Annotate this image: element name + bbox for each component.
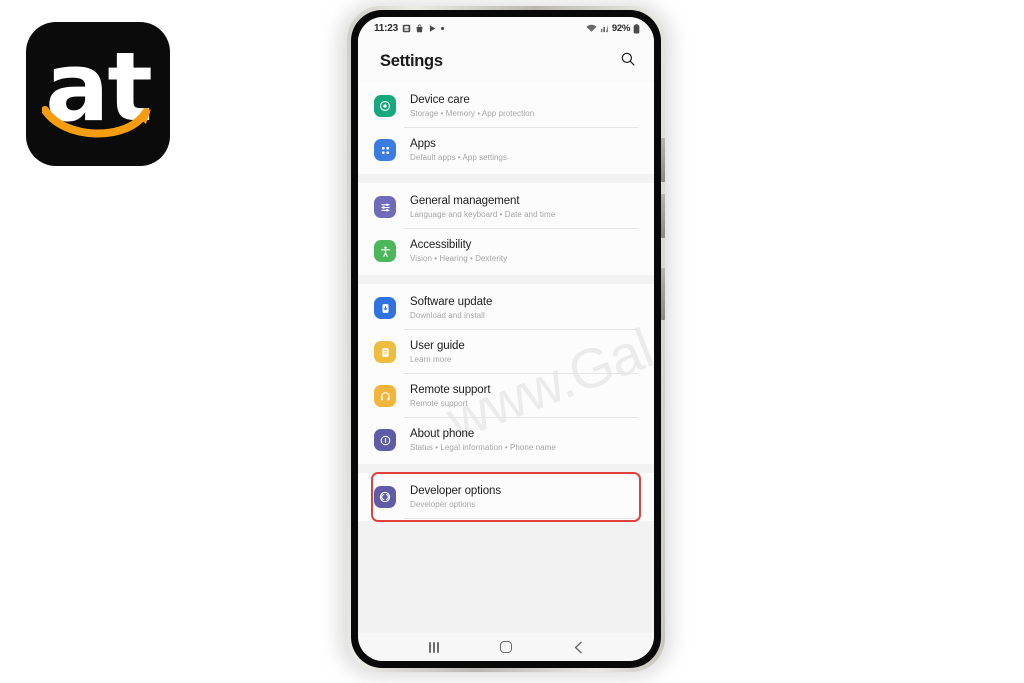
settings-row-subtitle: Default apps • App settings bbox=[410, 153, 508, 163]
volume-up-button[interactable] bbox=[661, 138, 665, 182]
settings-row-text: Apps Default apps • App settings bbox=[410, 137, 507, 163]
group-support: Software update Download and install User … bbox=[358, 284, 654, 464]
developer-options-icon bbox=[374, 486, 396, 508]
settings-row-title: Software update bbox=[410, 296, 493, 309]
user-guide-icon bbox=[374, 341, 396, 363]
device-care-icon bbox=[374, 95, 396, 117]
settings-row-title: General management bbox=[410, 195, 520, 208]
settings-row-title: About phone bbox=[410, 428, 475, 441]
settings-row-title: Apps bbox=[410, 138, 436, 151]
screenshot-canvas: at 11:23 92% Settings Device care Storag… bbox=[0, 0, 1024, 683]
settings-row-text: Remote support Remote support bbox=[410, 383, 491, 409]
settings-row-subtitle: Storage • Memory • App protection bbox=[410, 109, 535, 119]
group-general: General management Language and keyboard … bbox=[358, 183, 654, 275]
phone-screen: 11:23 92% Settings Device care Storage •… bbox=[358, 17, 654, 661]
status-bar: 11:23 92% bbox=[358, 17, 654, 40]
sliders-icon bbox=[374, 196, 396, 218]
settings-row[interactable]: Developer options Developer options bbox=[358, 475, 654, 519]
row-divider bbox=[404, 518, 638, 519]
settings-row-text: Developer options Developer options bbox=[410, 484, 501, 510]
at-amazon-logo: at bbox=[26, 22, 170, 166]
settings-row-text: Software update Download and install bbox=[410, 295, 492, 321]
volume-down-button[interactable] bbox=[661, 194, 665, 238]
apps-grid-icon bbox=[374, 139, 396, 161]
settings-row[interactable]: Software update Download and install bbox=[358, 286, 654, 330]
settings-row[interactable]: Accessibility Vision • Hearing • Dexterit… bbox=[358, 229, 654, 273]
bag-icon bbox=[415, 24, 424, 33]
play-store-icon bbox=[428, 24, 437, 33]
battery-icon bbox=[633, 23, 640, 34]
settings-row-subtitle: Language and keyboard • Date and time bbox=[410, 210, 556, 220]
amazon-smile-icon bbox=[42, 106, 151, 138]
wifi-icon bbox=[586, 24, 597, 33]
settings-row-text: General management Language and keyboard … bbox=[410, 194, 555, 220]
settings-row-title: Developer options bbox=[410, 485, 501, 498]
settings-row-text: Accessibility Vision • Hearing • Dexterit… bbox=[410, 238, 507, 264]
info-icon bbox=[374, 429, 396, 451]
search-icon[interactable] bbox=[620, 51, 636, 72]
navigation-bar bbox=[358, 633, 654, 661]
settings-row-subtitle: Status • Legal information • Phone name bbox=[410, 443, 556, 453]
settings-row-subtitle: Download and install bbox=[410, 311, 485, 321]
group-developer: Developer options Developer options bbox=[358, 472, 654, 522]
settings-row-title: User guide bbox=[410, 340, 465, 353]
settings-row[interactable]: User guide Learn more bbox=[358, 330, 654, 374]
settings-header: Settings bbox=[358, 40, 654, 82]
settings-row[interactable]: About phone Status • Legal information • … bbox=[358, 418, 654, 462]
settings-row-subtitle: Remote support bbox=[410, 399, 468, 409]
dot-icon bbox=[441, 27, 444, 30]
settings-row-subtitle: Learn more bbox=[410, 355, 452, 365]
status-bar-right: 92% bbox=[586, 23, 640, 34]
settings-row[interactable]: Device care Storage • Memory • App protec… bbox=[358, 84, 654, 128]
settings-row-text: Device care Storage • Memory • App protec… bbox=[410, 93, 534, 119]
settings-list[interactable]: www.Gal Device careStorage • Memory • Ap… bbox=[358, 82, 654, 633]
battery-percent: 92% bbox=[611, 23, 630, 34]
status-bar-left: 11:23 bbox=[374, 23, 444, 34]
settings-row-title: Device care bbox=[410, 94, 470, 107]
recents-icon[interactable] bbox=[417, 636, 451, 658]
settings-row-title: Accessibility bbox=[410, 239, 472, 252]
settings-row-text: About phone Status • Legal information • … bbox=[410, 427, 556, 453]
back-icon[interactable] bbox=[561, 636, 595, 658]
settings-row-subtitle: Developer options bbox=[410, 500, 476, 510]
settings-groups: Device care Storage • Memory • App protec… bbox=[358, 82, 654, 522]
settings-row[interactable]: General management Language and keyboard … bbox=[358, 185, 654, 229]
software-update-icon bbox=[374, 297, 396, 319]
status-time: 11:23 bbox=[374, 23, 399, 34]
settings-row-title: Remote support bbox=[410, 384, 491, 397]
headphones-icon bbox=[374, 385, 396, 407]
page-title: Settings bbox=[380, 51, 443, 70]
group-device: Device care Storage • Memory • App protec… bbox=[358, 82, 654, 174]
power-button[interactable] bbox=[661, 268, 665, 320]
settings-row-subtitle: Vision • Hearing • Dexterity bbox=[410, 254, 508, 264]
settings-row[interactable]: Apps Default apps • App settings bbox=[358, 128, 654, 172]
accessibility-icon bbox=[374, 240, 396, 262]
settings-row[interactable]: Remote support Remote support bbox=[358, 374, 654, 418]
home-icon[interactable] bbox=[489, 636, 523, 658]
signal-icon bbox=[600, 24, 609, 33]
save-icon bbox=[402, 24, 411, 33]
settings-row-text: User guide Learn more bbox=[410, 339, 465, 365]
